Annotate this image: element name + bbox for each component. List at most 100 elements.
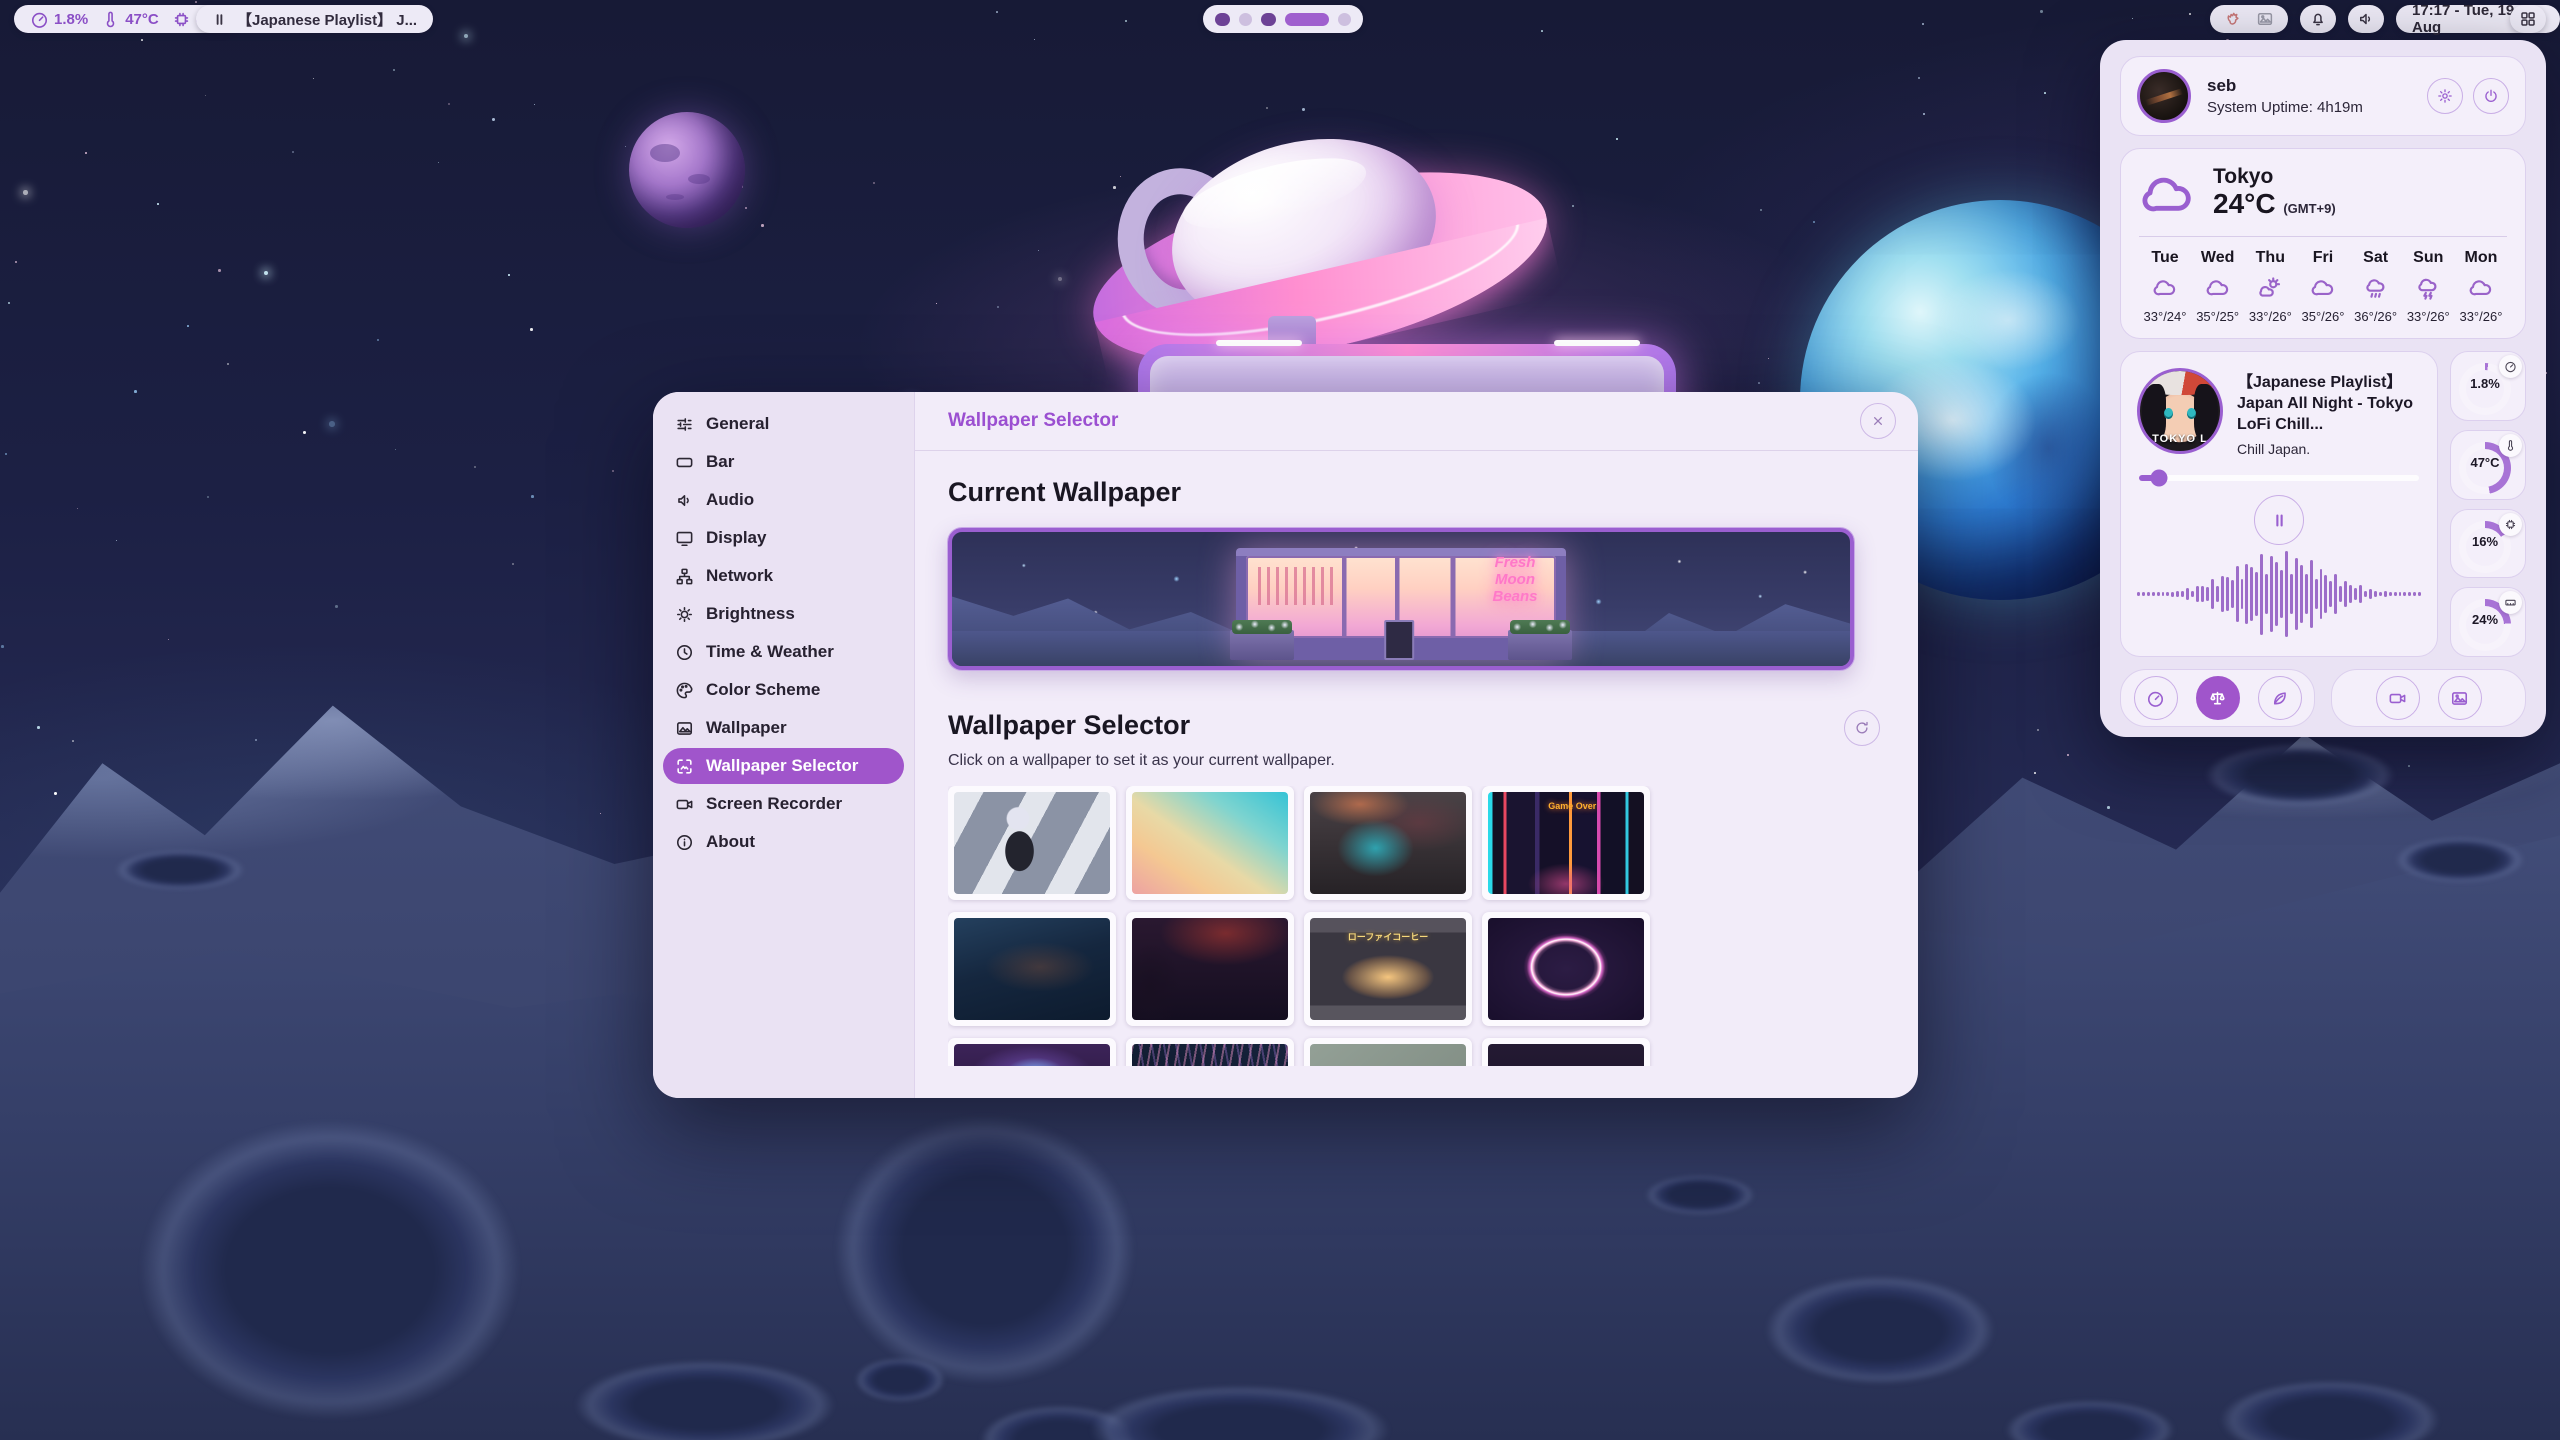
workspace-dot-3[interactable]	[1261, 13, 1276, 26]
refresh-button[interactable]	[1844, 710, 1880, 746]
waveform-bar	[2329, 581, 2332, 606]
current-wallpaper-heading: Current Wallpaper	[948, 477, 1880, 508]
wallpaper-thumb-wire-mesh[interactable]	[1126, 1038, 1294, 1066]
utilities-card	[2331, 669, 2526, 727]
system-tray[interactable]	[2210, 5, 2288, 33]
sidebar-item-bar[interactable]: Bar	[663, 444, 904, 480]
forecast-day-wed: Wed35°/25°	[2192, 249, 2244, 324]
chip-icon	[172, 10, 191, 29]
sidebar-item-audio[interactable]: Audio	[663, 482, 904, 518]
waveform-bar	[2418, 592, 2421, 596]
wallpaper-thumb-dark-forest[interactable]	[948, 912, 1116, 1026]
chip-icon	[2504, 518, 2517, 531]
close-button[interactable]	[1860, 403, 1896, 439]
waveform-bar	[2147, 592, 2150, 596]
wallpaper-thumb-image	[1310, 792, 1466, 894]
wallpaper-button[interactable]	[2438, 676, 2482, 720]
album-art-hair	[2194, 384, 2218, 440]
waveform-bar	[2171, 592, 2174, 597]
forecast-temps: 33°/26°	[2459, 309, 2502, 324]
wallpaper-thumb-red-cliff-figure[interactable]	[1126, 912, 1294, 1026]
waveform-bar	[2152, 592, 2155, 596]
neon-tube	[1554, 340, 1640, 346]
sidebar-item-wallpaper[interactable]: Wallpaper	[663, 710, 904, 746]
leaf-icon	[2270, 689, 2289, 708]
waveform-bar	[2142, 592, 2145, 596]
wallpaper-thumb-gradient-sunrise[interactable]	[1126, 786, 1294, 900]
waveform-bar	[2245, 564, 2248, 624]
clock-icon	[675, 643, 694, 662]
power-button[interactable]	[2473, 78, 2509, 114]
waveform-bar	[2157, 592, 2160, 596]
waveform-bar	[2369, 589, 2372, 599]
videocam-icon	[2388, 689, 2407, 708]
wallpaper-thumb-sage-grey[interactable]	[1304, 1038, 1472, 1066]
waveform-bar	[2408, 592, 2411, 596]
sidebar-item-network[interactable]: Network	[663, 558, 904, 594]
seek-knob[interactable]	[2150, 470, 2167, 487]
track-title: 【Japanese Playlist】 Japan All Night - To…	[2237, 372, 2421, 435]
sidebar-item-time-weather[interactable]: Time & Weather	[663, 634, 904, 670]
waveform-bar	[2260, 554, 2263, 635]
sidebar-item-color-scheme[interactable]: Color Scheme	[663, 672, 904, 708]
gauge-value: 16%	[2463, 534, 2507, 549]
weather-city: Tokyo	[2213, 165, 2336, 189]
selector-subtitle: Click on a wallpaper to set it as your c…	[915, 746, 1918, 770]
performance-button[interactable]	[2134, 676, 2178, 720]
system-uptime: System Uptime: 4h19m	[2207, 99, 2411, 116]
picture-icon[interactable]	[2256, 10, 2274, 28]
workspace-dot-4[interactable]	[1285, 13, 1329, 26]
music-pill[interactable]: 【Japanese Playlist】 J...	[196, 5, 433, 33]
screen-record-button[interactable]	[2376, 676, 2420, 720]
waveform-bar	[2295, 558, 2298, 630]
volume-icon	[675, 491, 694, 510]
wallpaper-thumb-anime-crosswalk[interactable]	[948, 786, 1116, 900]
play-pause-button[interactable]	[2254, 495, 2304, 545]
forecast-day-sat: Sat36°/26°	[2350, 249, 2402, 324]
gauge-icon	[2504, 360, 2517, 373]
app-launcher-button[interactable]	[2510, 5, 2546, 33]
sidebar-item-brightness[interactable]: Brightness	[663, 596, 904, 632]
sidebar-item-wallpaper-selector[interactable]: Wallpaper Selector	[663, 748, 904, 784]
close-icon	[1870, 413, 1886, 429]
sidebar-item-general[interactable]: General	[663, 406, 904, 442]
workspace-dot-2[interactable]	[1239, 13, 1252, 26]
planter	[1230, 630, 1294, 660]
wallpaper-thumb-neon-arcade[interactable]: Game Over	[1482, 786, 1650, 900]
wallpaper-thumb-purple-ring[interactable]	[1482, 912, 1650, 1026]
balanced-button[interactable]	[2196, 676, 2240, 720]
audio-visualizer	[2137, 546, 2421, 642]
forecast-day-label: Tue	[2151, 249, 2178, 267]
cloud-icon	[2152, 275, 2178, 301]
workspace-indicator[interactable]	[1203, 5, 1363, 33]
volume-button[interactable]	[2348, 5, 2384, 33]
system-gauges: 1.8%47°C16%24%	[2450, 351, 2526, 657]
album-art-eye	[2164, 408, 2173, 419]
waveform-bar	[2374, 591, 2377, 598]
workspace-dot-5[interactable]	[1338, 13, 1351, 26]
refresh-icon	[1854, 720, 1870, 736]
gauge-value: 24%	[2463, 612, 2507, 627]
sidebar-item-screen-recorder[interactable]: Screen Recorder	[663, 786, 904, 822]
waveform-bar	[2394, 592, 2397, 596]
seek-slider[interactable]	[2139, 475, 2419, 481]
purple-planet	[629, 112, 745, 228]
wallpaper-thumb-coral-trees[interactable]	[1482, 1038, 1650, 1066]
wallpaper-thumb-image: ローファイコーヒー	[1310, 918, 1466, 1020]
powersave-button[interactable]	[2258, 676, 2302, 720]
sidebar-item-label: Bar	[706, 452, 734, 472]
notifications-button[interactable]	[2300, 5, 2336, 33]
settings-button[interactable]	[2427, 78, 2463, 114]
wallpaper-thumb-blur-abstract[interactable]	[1304, 786, 1472, 900]
claw-icon[interactable]	[2224, 10, 2242, 28]
gauge-ram: 24%	[2450, 587, 2526, 657]
wallpaper-thumb-text: ローファイコーヒー	[1348, 930, 1428, 943]
sidebar-item-display[interactable]: Display	[663, 520, 904, 556]
forecast-day-fri: Fri35°/26°	[2297, 249, 2349, 324]
wallpaper-thumb-lofi-coffee-shop[interactable]: ローファイコーヒー	[1304, 912, 1472, 1026]
workspace-dot-1[interactable]	[1215, 13, 1230, 26]
sidebar-item-about[interactable]: About	[663, 824, 904, 860]
waveform-bar	[2166, 592, 2169, 596]
wallpaper-thumb-nebula-forest[interactable]	[948, 1038, 1116, 1066]
wallpaper-thumb-image	[1488, 918, 1644, 1020]
